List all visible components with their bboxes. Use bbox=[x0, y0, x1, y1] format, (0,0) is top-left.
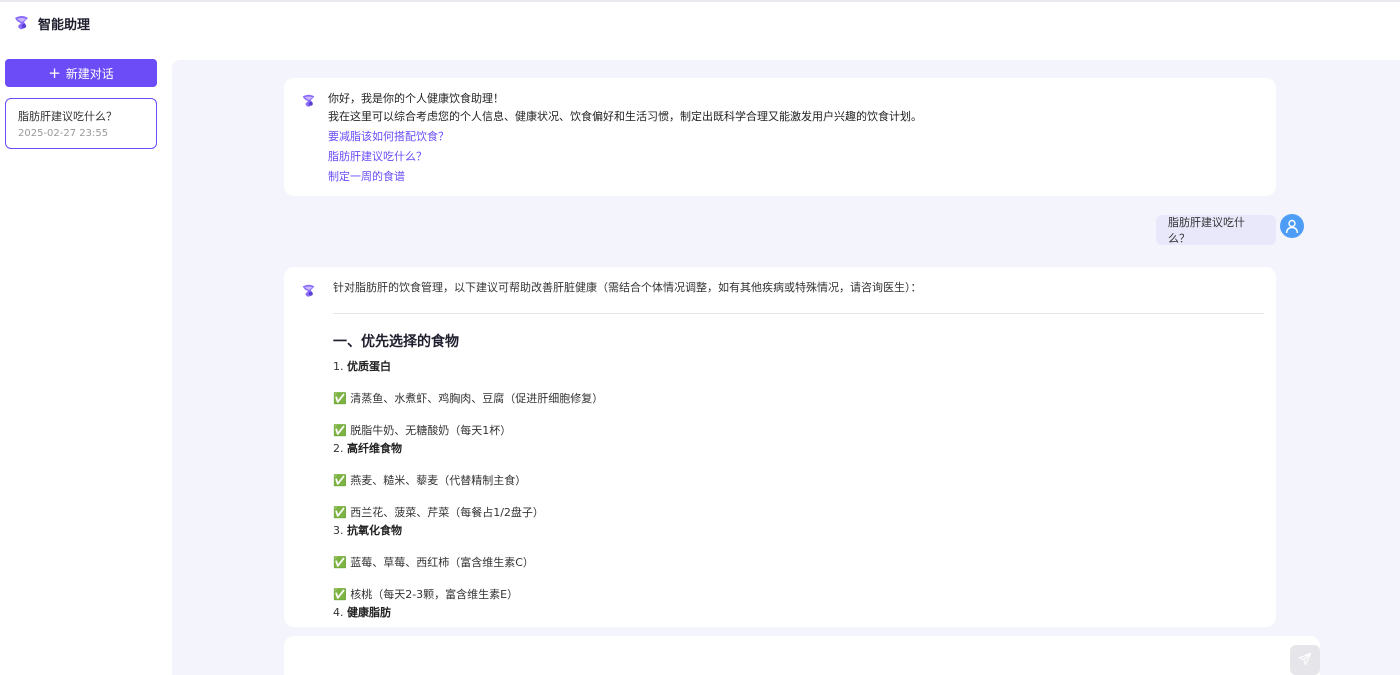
answer-bullet: ✅ 蓝莓、草莓、西红柿（富含维生素C） bbox=[333, 556, 534, 569]
user-message-bubble: 脂肪肝建议吃什么？ bbox=[1156, 215, 1276, 245]
user-avatar-icon bbox=[1280, 214, 1304, 238]
suggestion-link[interactable]: 制定一周的食谱 bbox=[328, 167, 1276, 186]
section-number: 4. bbox=[333, 606, 344, 619]
send-button[interactable] bbox=[1290, 645, 1320, 675]
section-label: 健康脂肪 bbox=[347, 606, 391, 619]
suggestion-link[interactable]: 要减脂该如何搭配饮食？ bbox=[328, 127, 1276, 146]
plus-icon: + bbox=[48, 63, 61, 82]
answer-section-title: 2. 高纤维食物 bbox=[333, 442, 1264, 456]
suggestion-link[interactable]: 脂肪肝建议吃什么？ bbox=[328, 147, 1276, 166]
message-input[interactable] bbox=[284, 636, 1320, 675]
answer-intro: 针对脂肪肝的饮食管理，以下建议可帮助改善肝脏健康（需结合个体情况调整，如有其他疾… bbox=[333, 281, 922, 294]
sidebar: + 新建对话 脂肪肝建议吃什么？ 2025-02-27 23:55 bbox=[0, 44, 172, 675]
app-logo-icon bbox=[12, 13, 32, 33]
section-label: 抗氧化食物 bbox=[347, 524, 402, 537]
answer-bullet: ✅ 燕麦、糙米、藜麦（代替精制主食） bbox=[333, 474, 527, 487]
section-number: 1. bbox=[333, 360, 344, 373]
new-chat-label: 新建对话 bbox=[65, 66, 114, 81]
conversation-item[interactable]: 脂肪肝建议吃什么？ 2025-02-27 23:55 bbox=[5, 98, 157, 149]
assistant-avatar-icon bbox=[300, 92, 318, 113]
send-icon bbox=[1298, 652, 1312, 669]
answer-divider bbox=[333, 313, 1264, 314]
answer-bullet: ✅ 核桃（每天2-3颗，富含维生素E） bbox=[333, 588, 519, 601]
app-header: 智能助理 bbox=[0, 2, 1400, 44]
welcome-line-1: 你好，我是你的个人健康饮食助理！ bbox=[328, 92, 504, 105]
answer-section-title: 3. 抗氧化食物 bbox=[333, 524, 1264, 538]
answer-bullet: ✅ 脱脂牛奶、无糖酸奶（每天1杯） bbox=[333, 424, 512, 437]
answer-section-title: 4. 健康脂肪 bbox=[333, 606, 1264, 620]
welcome-message: 你好，我是你的个人健康饮食助理！ 我在这里可以综合考虑您的个人信息、健康状况、饮… bbox=[284, 78, 1276, 196]
answer-bullet: ✅ 清蒸鱼、水煮虾、鸡胸肉、豆腐（促进肝细胞修复） bbox=[333, 392, 604, 405]
conversation-title: 脂肪肝建议吃什么？ bbox=[18, 110, 117, 123]
assistant-avatar-icon bbox=[300, 282, 318, 303]
answer-section-title: 1. 优质蛋白 bbox=[333, 360, 1264, 374]
app-title: 智能助理 bbox=[38, 17, 91, 33]
user-message-row: 脂肪肝建议吃什么？ bbox=[1156, 214, 1316, 245]
section-number: 2. bbox=[333, 442, 344, 455]
welcome-line-2: 我在这里可以综合考虑您的个人信息、健康状况、饮食偏好和生活习惯，制定出既科学合理… bbox=[328, 110, 922, 123]
section-label: 优质蛋白 bbox=[347, 360, 391, 373]
section-label: 高纤维食物 bbox=[347, 442, 402, 455]
conversation-time: 2025-02-27 23:55 bbox=[18, 128, 109, 139]
assistant-answer: 针对脂肪肝的饮食管理，以下建议可帮助改善肝脏健康（需结合个体情况调整，如有其他疾… bbox=[284, 267, 1276, 627]
chat-area[interactable]: 你好，我是你的个人健康饮食助理！ 我在这里可以综合考虑您的个人信息、健康状况、饮… bbox=[172, 60, 1400, 675]
section-number: 3. bbox=[333, 524, 344, 537]
answer-heading: 一、优先选择的食物 bbox=[333, 334, 459, 350]
answer-bullet: ✅ 西兰花、菠菜、芹菜（每餐占1/2盘子） bbox=[333, 506, 544, 519]
new-chat-button[interactable]: + 新建对话 bbox=[5, 59, 157, 87]
